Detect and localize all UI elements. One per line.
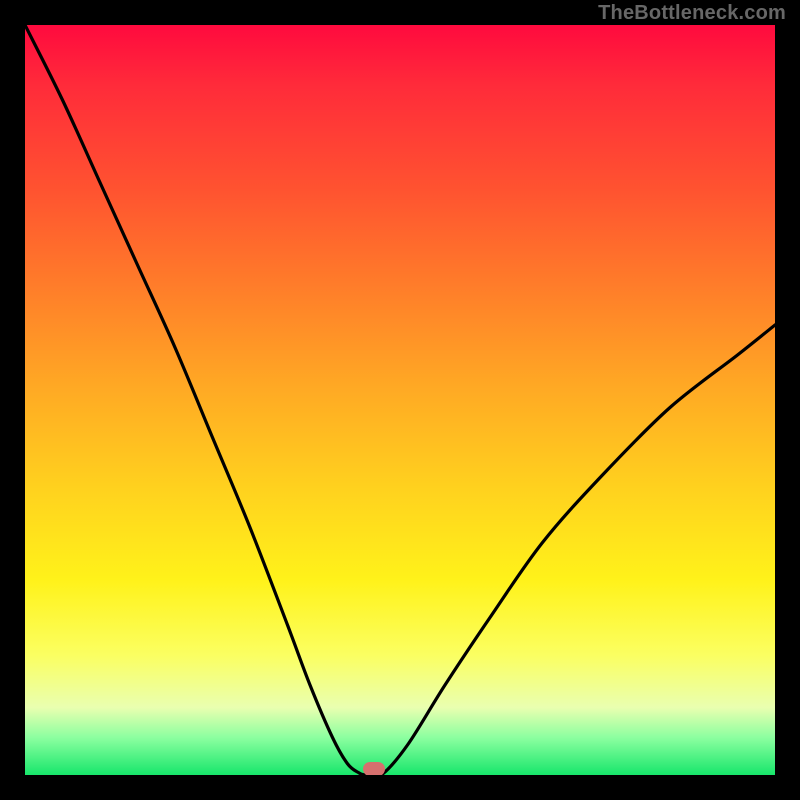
curve-svg xyxy=(25,25,775,775)
watermark-text: TheBottleneck.com xyxy=(598,2,786,25)
chart-frame: TheBottleneck.com xyxy=(0,0,800,800)
plot-area xyxy=(25,25,775,775)
valley-marker xyxy=(363,762,385,775)
bottleneck-curve xyxy=(25,25,775,775)
